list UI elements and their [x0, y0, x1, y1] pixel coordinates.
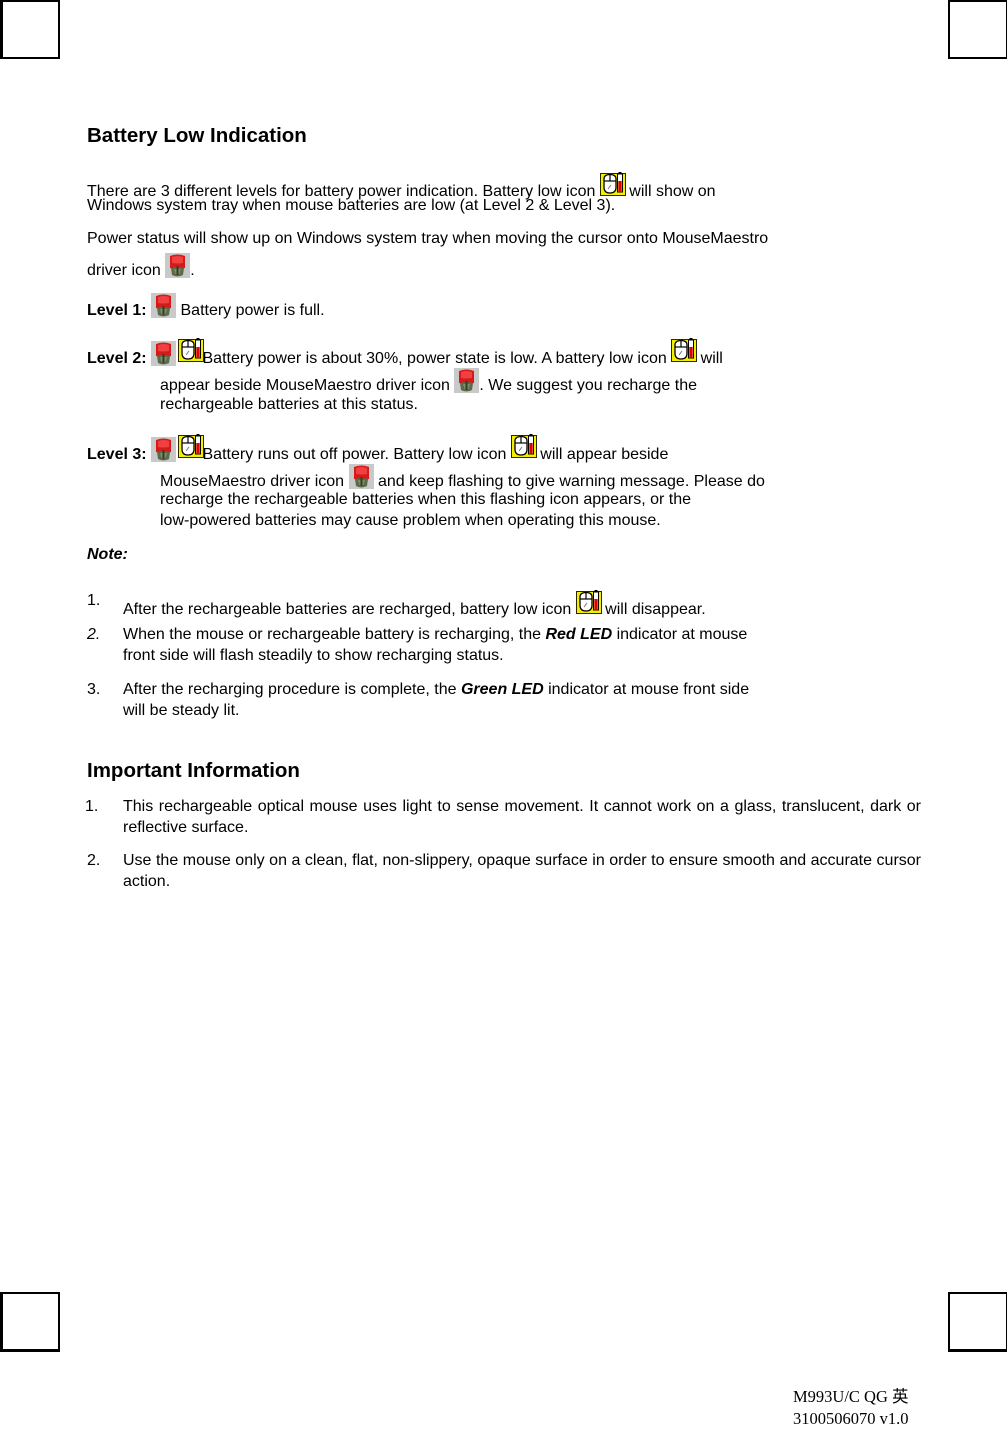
note-item-1: After the rechargeable batteries are rec…: [123, 590, 706, 620]
crop-mark-bottom-right: [948, 1292, 1007, 1352]
note-item-1-number: 1.: [87, 592, 101, 609]
battery-low-icon: [671, 338, 696, 363]
level-3-label: Level 3:: [87, 446, 147, 463]
note-item-1-text: will disappear.: [600, 601, 706, 618]
section-title-battery-low-indication: Battery Low Indication: [87, 124, 307, 147]
battery-low-icon: [178, 338, 203, 363]
important-item-2-text: Use the mouse only on a clean, flat, non…: [123, 852, 921, 890]
mousemaestro-driver-icon: [151, 341, 176, 366]
red-led-label: Red LED: [545, 626, 613, 643]
note-item-3-line-1: After the recharging procedure is comple…: [123, 679, 749, 700]
level-2-label: Level 2:: [87, 350, 147, 367]
level-3-text: and keep flashing to give warning messag…: [373, 473, 765, 490]
note-item-3-line-2: will be steady lit.: [123, 702, 240, 719]
crop-mark-top-right: [948, 0, 1007, 59]
note-item-2-text: indicator at mouse: [612, 626, 748, 643]
level-2-line-1: Level 2: Battery power is about 30%, pow…: [87, 338, 723, 369]
level-1-line: Level 1: Battery power is full.: [87, 293, 325, 321]
footer-document-version: 3100506070 v1.0: [793, 1409, 909, 1428]
mousemaestro-driver-icon: [349, 464, 374, 489]
note-item-2-line-1: When the mouse or rechargeable battery i…: [123, 624, 747, 645]
intro-paragraph-line-2: Windows system tray when mouse batteries…: [87, 197, 616, 214]
note-item-2-number: 2.: [87, 626, 101, 643]
level-3-line-2: MouseMaestro driver icon and keep flashi…: [160, 464, 765, 492]
note-item-3-text: After the recharging procedure is comple…: [123, 681, 461, 698]
mousemaestro-driver-icon: [151, 293, 176, 318]
level-3-text: Battery runs out off power. Battery low …: [202, 446, 511, 463]
note-item-1-text: After the rechargeable batteries are rec…: [123, 601, 576, 618]
crop-mark-bottom-left: [0, 1292, 60, 1352]
level-2-text: appear beside MouseMaestro driver icon: [160, 377, 455, 394]
footer-model-code: M993U/C QG 英: [793, 1387, 909, 1406]
important-item-2-number: 2.: [87, 852, 101, 869]
level-2-line-3: rechargeable batteries at this status.: [160, 396, 418, 413]
level-2-text: Battery power is about 30%, power state …: [202, 350, 672, 367]
mousemaestro-driver-icon: [151, 437, 176, 462]
battery-low-icon: [576, 590, 601, 615]
note-item-3-number: 3.: [87, 681, 101, 698]
note-item-2-line-2: front side will flash steadily to show r…: [123, 647, 504, 664]
power-status-text: .: [190, 262, 195, 279]
intro-text: will show on: [624, 183, 716, 200]
section-title-important-information: Important Information: [87, 759, 300, 782]
level-3-line-1: Level 3: Battery runs out off power. Bat…: [87, 434, 668, 465]
green-led-label: Green LED: [460, 681, 544, 698]
level-3-text: will appear beside: [535, 446, 669, 463]
level-3-line-3: recharge the rechargeable batteries when…: [160, 491, 691, 508]
important-item-1-number: 1.: [85, 798, 99, 815]
crop-mark-top-left: [0, 0, 60, 59]
battery-low-icon: [511, 434, 536, 459]
battery-low-icon: [178, 434, 203, 459]
important-item-1-text: This rechargeable optical mouse uses lig…: [123, 798, 921, 836]
power-status-line-2: driver icon .: [87, 253, 195, 281]
note-item-2-text: When the mouse or rechargeable battery i…: [123, 626, 546, 643]
level-2-text: . We suggest you recharge the: [479, 377, 697, 394]
note-item-3-text: indicator at mouse front side: [543, 681, 750, 698]
level-3-text: MouseMaestro driver icon: [160, 473, 349, 490]
mousemaestro-driver-icon: [165, 253, 190, 278]
level-2-line-2: appear beside MouseMaestro driver icon .…: [160, 368, 697, 396]
level-3-line-4: low-powered batteries may cause problem …: [160, 512, 661, 529]
battery-low-icon: [600, 172, 625, 197]
power-status-line-1: Power status will show up on Windows sys…: [87, 230, 769, 247]
level-1-text: Battery power is full.: [176, 302, 325, 319]
level-1-label: Level 1:: [87, 302, 147, 319]
mousemaestro-driver-icon: [454, 368, 479, 393]
note-title: Note:: [87, 546, 128, 563]
level-2-text: will: [696, 350, 723, 367]
power-status-text: driver icon: [87, 262, 166, 279]
